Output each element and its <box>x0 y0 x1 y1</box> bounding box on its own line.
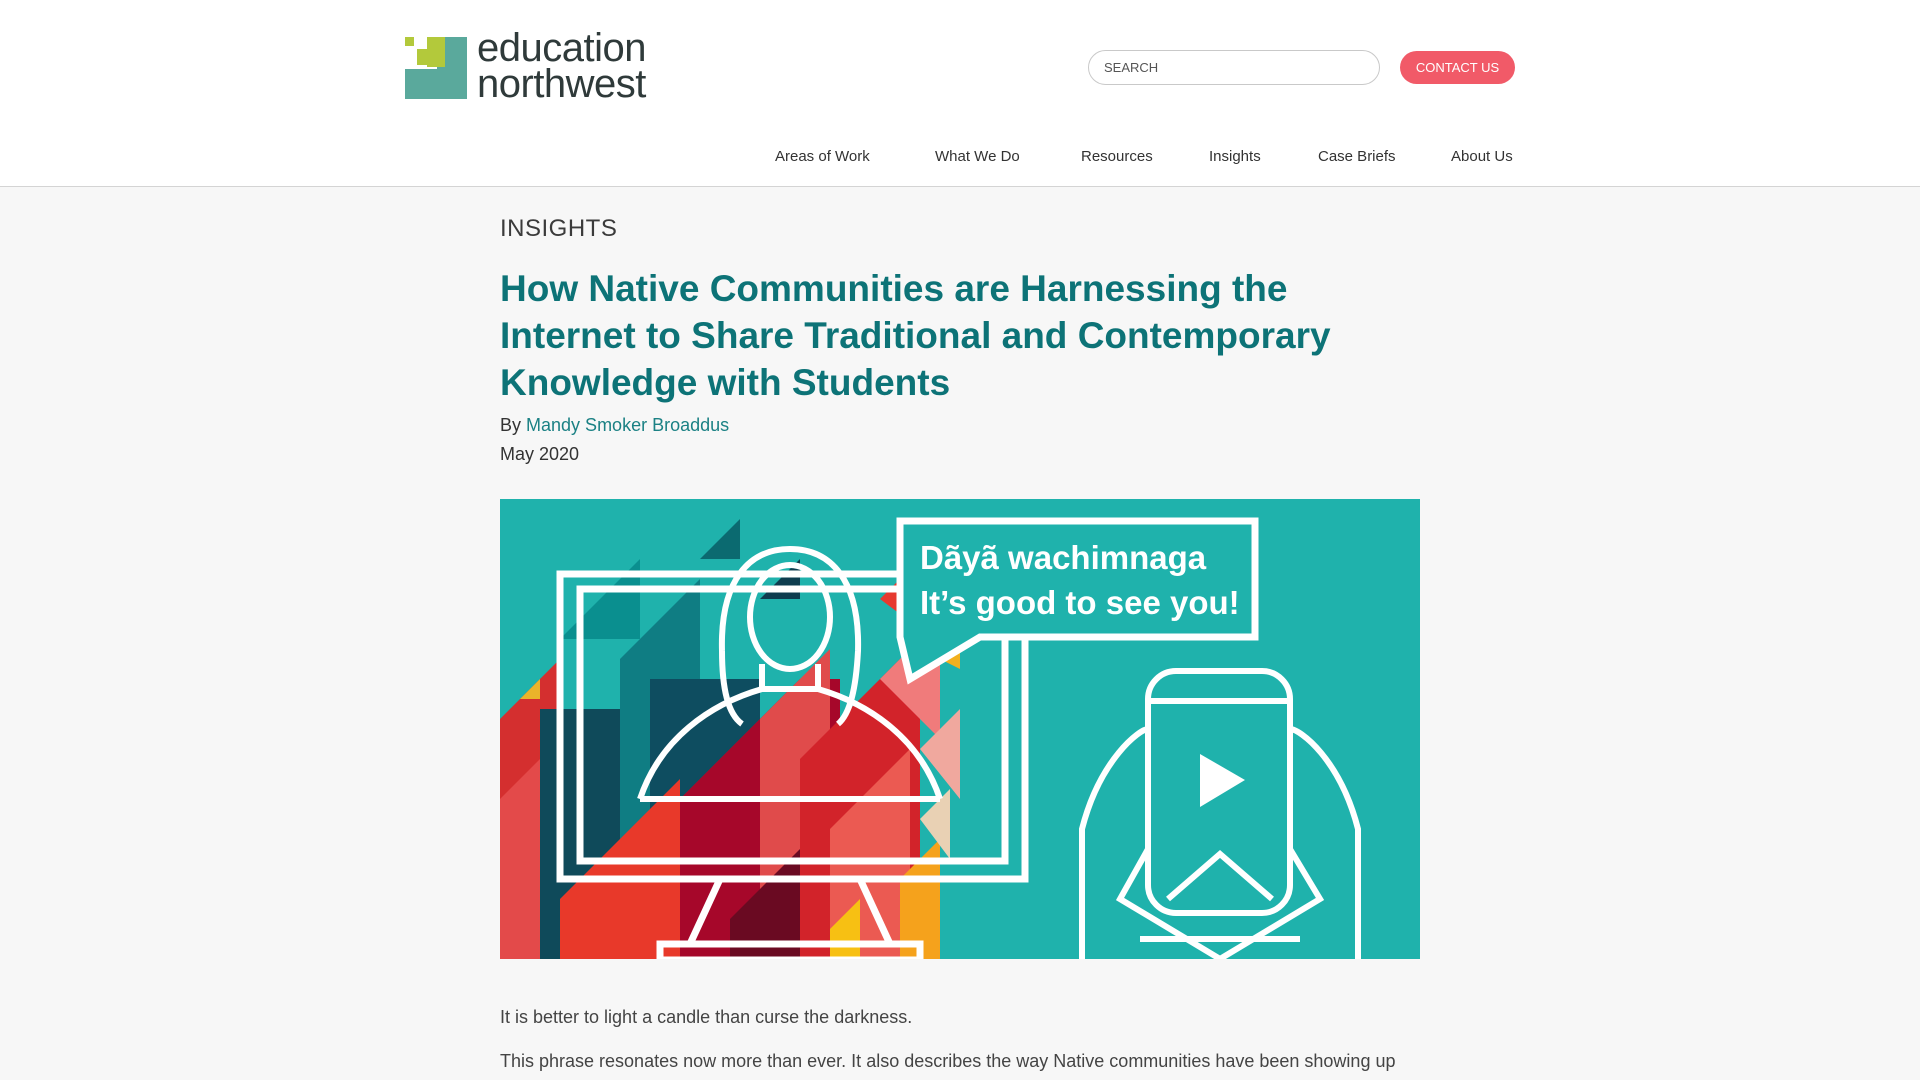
logo-wordmark: education northwest <box>477 26 646 106</box>
logo-line-2: northwest <box>477 62 646 106</box>
nav-resources[interactable]: Resources <box>1081 148 1153 165</box>
main-nav: Areas of Work What We Do Resources Insig… <box>0 148 1920 168</box>
nav-case-briefs[interactable]: Case Briefs <box>1318 148 1396 165</box>
search-input[interactable] <box>1088 50 1380 85</box>
author-link[interactable]: Mandy Smoker Broaddus <box>526 415 729 435</box>
nav-about-us[interactable]: About Us <box>1451 148 1513 165</box>
nav-what-we-do[interactable]: What We Do <box>935 148 1020 165</box>
bubble-line-2: It’s good to see you! <box>920 584 1240 621</box>
site-logo[interactable]: education northwest <box>405 26 646 106</box>
nav-areas-of-work[interactable]: Areas of Work <box>775 148 870 165</box>
article-title: How Native Communities are Harnessing th… <box>500 268 1331 403</box>
bubble-line-1: Dãyã wachimnaga <box>920 539 1207 576</box>
speech-bubble: Dãyã wachimnaga It’s good to see you! <box>896 517 1259 685</box>
play-icon[interactable] <box>1200 754 1245 807</box>
hero-illustration: Dãyã wachimnaga It’s good to see you! <box>500 499 1420 959</box>
phone-icon <box>1079 668 1361 959</box>
logo-line-1: education <box>477 26 646 70</box>
logo-mark-icon <box>405 37 467 99</box>
hero-svg: Dãyã wachimnaga It’s good to see you! <box>500 517 1361 959</box>
site-header: education northwest CONTACT US Areas of … <box>0 0 1920 187</box>
contact-us-button[interactable]: CONTACT US <box>1400 51 1515 84</box>
byline: By Mandy Smoker Broaddus <box>500 415 729 436</box>
section-label: INSIGHTS <box>500 215 618 242</box>
article-paragraph-1: It is better to light a candle than curs… <box>500 1007 913 1027</box>
publish-date: May 2020 <box>500 444 580 464</box>
byline-prefix: By <box>500 415 522 435</box>
article-paragraph-2: This phrase resonates now more than ever… <box>500 1051 1396 1071</box>
nav-insights[interactable]: Insights <box>1209 148 1261 165</box>
